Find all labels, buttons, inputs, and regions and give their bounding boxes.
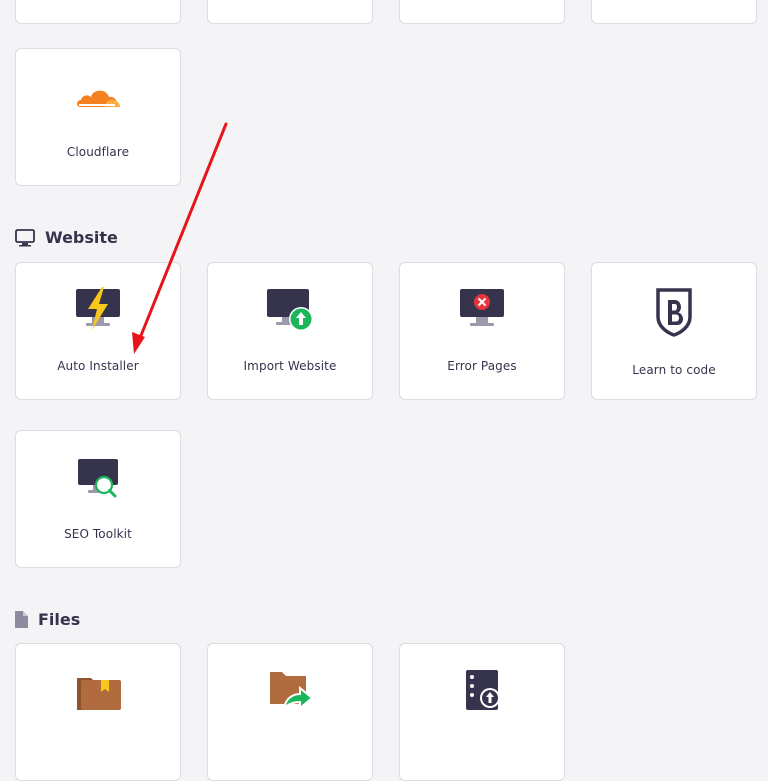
folder-bookmark-icon [73, 672, 123, 716]
error-pages-card[interactable]: Error Pages [399, 262, 565, 400]
seo-toolkit-label: SEO Toolkit [64, 527, 132, 541]
import-website-card[interactable]: Import Website [207, 262, 373, 400]
upload-monitor-icon [265, 287, 315, 337]
card-top-1[interactable] [15, 0, 181, 24]
cloudflare-label: Cloudflare [66, 145, 130, 159]
learn-to-code-card[interactable]: Learn to code [591, 262, 757, 400]
files-section-label: Files [38, 610, 81, 629]
folder-share-icon [266, 668, 314, 716]
files-section-title: Files [15, 610, 80, 629]
cloudflare-card[interactable]: Cloudflare [15, 48, 181, 186]
card-top-4[interactable] [591, 0, 757, 24]
backups-card[interactable] [399, 643, 565, 781]
file-icon [15, 611, 28, 628]
magnifier-monitor-icon [74, 457, 122, 505]
error-monitor-icon [458, 287, 506, 335]
website-section-label: Website [45, 228, 118, 247]
server-upload-icon [460, 668, 504, 716]
card-top-2[interactable] [207, 0, 373, 24]
cloudflare-cloud-icon [74, 83, 122, 115]
auto-installer-label: Auto Installer [57, 359, 139, 373]
learn-to-code-label: Learn to code [632, 363, 716, 377]
seo-toolkit-card[interactable]: SEO Toolkit [15, 430, 181, 568]
card-top-3[interactable] [399, 0, 565, 24]
lightning-monitor-icon [74, 287, 122, 335]
bootstrap-shield-icon [654, 287, 694, 341]
folder-share-card[interactable] [207, 643, 373, 781]
website-section-title: Website [15, 228, 118, 247]
file-manager-card[interactable] [15, 643, 181, 781]
auto-installer-card[interactable]: Auto Installer [15, 262, 181, 400]
monitor-icon [15, 228, 35, 247]
import-website-label: Import Website [243, 359, 337, 373]
error-pages-label: Error Pages [447, 359, 517, 373]
